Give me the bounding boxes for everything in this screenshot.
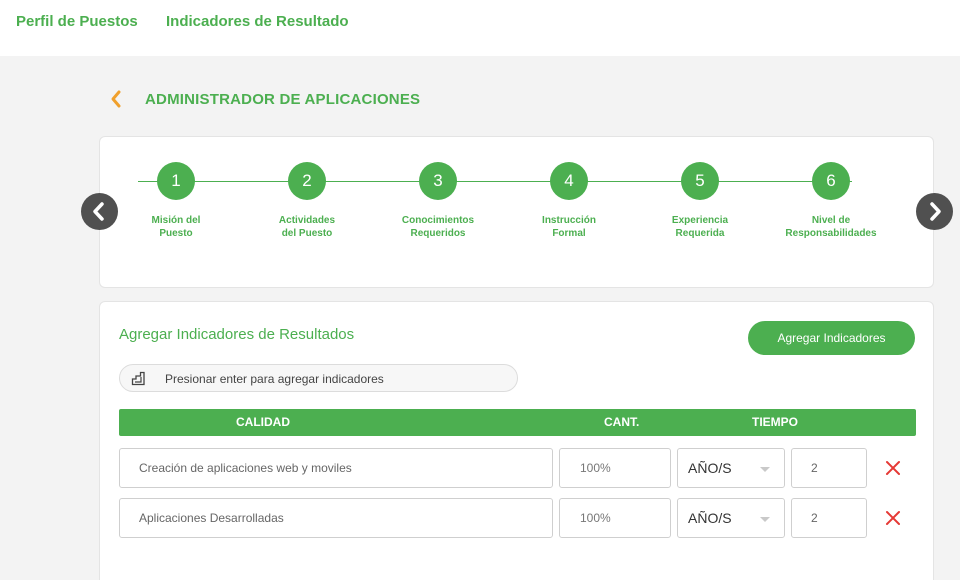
chevron-down-icon: [760, 467, 770, 472]
stepper-prev-button[interactable]: [81, 193, 118, 230]
chevron-down-icon: [760, 517, 770, 522]
unit-select[interactable]: AÑO/S: [677, 498, 785, 538]
tiempo-input[interactable]: 2: [791, 498, 867, 538]
indicators-title: Agregar Indicadores de Resultados: [119, 326, 355, 343]
indicators-card: Agregar Indicadores de Resultados Agrega…: [99, 301, 934, 580]
tab-perfil-de-puestos[interactable]: Perfil de Puestos: [16, 13, 138, 30]
calidad-input[interactable]: Aplicaciones Desarrolladas: [119, 498, 553, 538]
stepper-next-button[interactable]: [916, 193, 953, 230]
step-label: Conocimientos Requeridos: [401, 215, 475, 239]
back-chevron-icon[interactable]: [108, 88, 126, 110]
step-responsabilidades[interactable]: 6 Nivel de Responsabilidades: [771, 162, 891, 240]
unit-select[interactable]: AÑO/S: [677, 448, 785, 488]
unit-select-value: AÑO/S: [688, 460, 732, 476]
cantidad-input[interactable]: 100%: [559, 498, 671, 538]
hint-text: Presionar enter para agregar indicadores: [165, 372, 384, 386]
step-mision[interactable]: 1 Misión del Puesto: [116, 162, 236, 240]
chevron-left-icon: [93, 202, 104, 221]
step-number: 5: [681, 162, 719, 200]
column-header-cant: CANT.: [604, 415, 640, 429]
hint-bar: Presionar enter para agregar indicadores: [119, 364, 518, 392]
tiempo-input[interactable]: 2: [791, 448, 867, 488]
column-header-calidad: CALIDAD: [236, 415, 290, 429]
step-instruccion[interactable]: 4 Instrucción Formal: [509, 162, 629, 240]
step-conocimientos[interactable]: 3 Conocimientos Requeridos: [378, 162, 498, 240]
step-actividades[interactable]: 2 Actividades del Puesto: [247, 162, 367, 240]
cantidad-input[interactable]: 100%: [559, 448, 671, 488]
column-header-tiempo: TIEMPO: [752, 415, 799, 429]
page-title: ADMINISTRADOR DE APLICACIONES: [145, 91, 421, 108]
stepper-card: 1 Misión del Puesto 2 Actividades del Pu…: [99, 136, 934, 288]
chevron-right-icon: [930, 202, 941, 221]
step-number: 6: [812, 162, 850, 200]
step-number: 4: [550, 162, 588, 200]
step-number: 2: [288, 162, 326, 200]
step-number: 1: [157, 162, 195, 200]
step-number: 3: [419, 162, 457, 200]
close-icon[interactable]: [885, 460, 901, 476]
keyboard-enter-icon: [131, 371, 146, 386]
unit-select-value: AÑO/S: [688, 510, 732, 526]
step-label: Instrucción Formal: [542, 215, 596, 239]
top-navigation: Perfil de Puestos Indicadores de Resulta…: [0, 0, 960, 56]
step-label: Nivel de Responsabilidades: [785, 215, 877, 239]
step-experiencia[interactable]: 5 Experiencia Requerida: [640, 162, 760, 240]
close-icon[interactable]: [885, 510, 901, 526]
calidad-input[interactable]: Creación de aplicaciones web y moviles: [119, 448, 553, 488]
table-row: Aplicaciones Desarrolladas 100% AÑO/S 2: [119, 498, 919, 539]
step-label: Misión del Puesto: [151, 215, 201, 239]
tab-indicadores-de-resultado[interactable]: Indicadores de Resultado: [166, 13, 349, 30]
table-row: Creación de aplicaciones web y moviles 1…: [119, 448, 919, 489]
table-header: CALIDAD CANT. TIEMPO: [119, 409, 916, 436]
add-indicators-button[interactable]: Agregar Indicadores: [748, 321, 915, 355]
step-label: Experiencia Requerida: [671, 215, 729, 239]
step-label: Actividades del Puesto: [278, 215, 336, 239]
